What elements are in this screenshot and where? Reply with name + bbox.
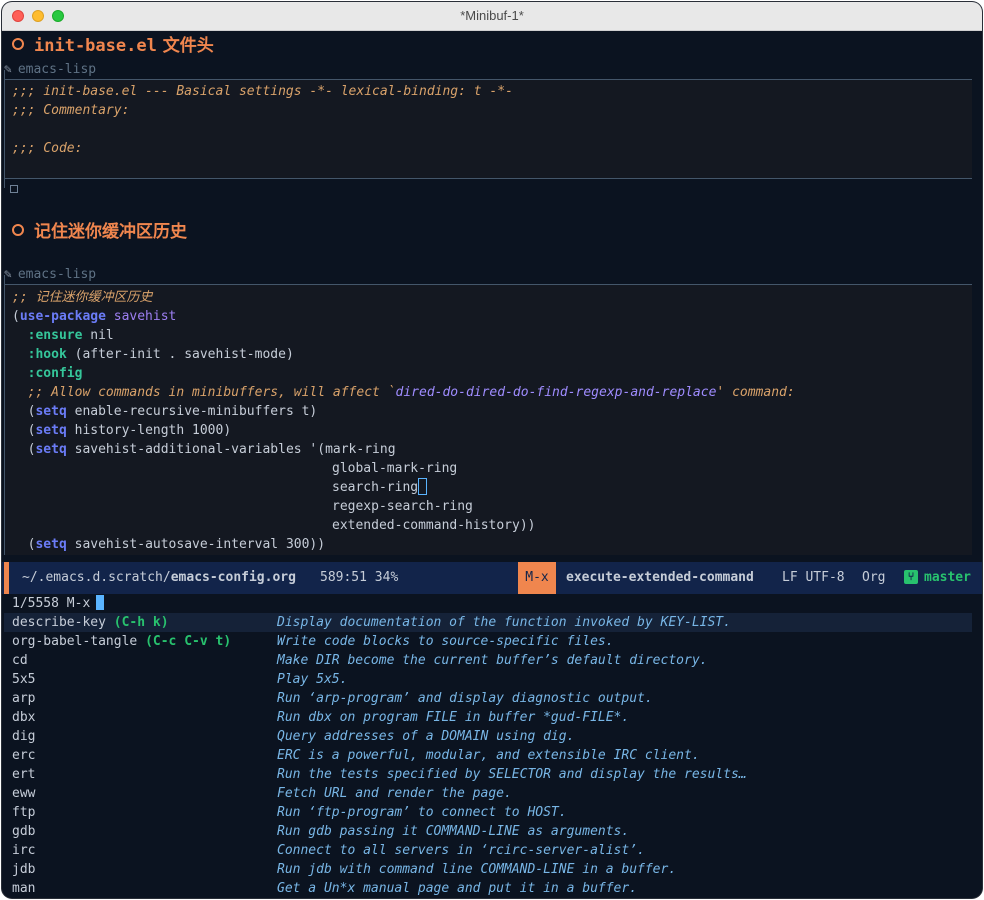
candidate-description: Run jdb with command line COMMAND-LINE i…: [277, 862, 677, 877]
code-line: ;; 记住迷你缓冲区历史: [12, 290, 153, 305]
candidate-name: man: [12, 881, 36, 896]
src-block-begin: ✎ emacs-lisp: [4, 266, 972, 285]
buffer-path[interactable]: ~/.emacs.d.scratch/emacs-config.org: [22, 562, 296, 594]
code-line: ;;; Code:: [12, 141, 83, 156]
code-line: :config: [27, 366, 83, 381]
candidate-description: Run gdb passing it COMMAND-LINE as argum…: [277, 824, 630, 839]
mode-line: ~/.emacs.d.scratch/emacs-config.org 589:…: [2, 562, 982, 594]
mode-line-indicator: [4, 562, 9, 594]
candidate-name: ert: [12, 767, 36, 782]
code-line: (setq savehist-additional-variables '(ma…: [12, 442, 396, 457]
candidate-name: ftp: [12, 805, 36, 820]
candidate-keybinding: (C-c C-v t): [145, 634, 232, 649]
git-branch-icon: ⑂: [904, 569, 918, 584]
candidate-name: jdb: [12, 862, 36, 877]
minibuffer-prompt[interactable]: 1/5558 M-x: [12, 594, 105, 613]
completion-candidate[interactable]: dbx Run dbx on program FILE in buffer *gu…: [4, 708, 972, 727]
completion-candidate[interactable]: ert Run the tests specified by SELECTOR a…: [4, 765, 972, 784]
candidate-name: dig: [12, 729, 36, 744]
completion-candidate[interactable]: irc Connect to all servers in ‘rcirc-serv…: [4, 841, 972, 860]
minibuffer-cursor: [96, 595, 105, 610]
candidate-description: Run ‘ftp-program’ to connect to HOST.: [277, 805, 567, 820]
mx-indicator: M-x: [518, 562, 556, 594]
completion-candidate[interactable]: describe-key (C-h k) Display documentatio…: [4, 613, 972, 632]
src-block-fringe: [4, 70, 11, 188]
org-buffer[interactable]: init-base.el 文件头 ✎ emacs-lisp ;;; init-ba…: [2, 31, 982, 561]
candidate-description: Run ‘arp-program’ and display diagnostic…: [277, 691, 653, 706]
code-line: ;; Allow commands in minibuffers, will a…: [27, 385, 795, 400]
candidate-name: dbx: [12, 710, 36, 725]
src-block-begin: ✎ emacs-lisp: [4, 61, 972, 80]
code-line: :hook (after-init . savehist-mode): [27, 347, 294, 362]
completion-candidate[interactable]: gdb Run gdb passing it COMMAND-LINE as ar…: [4, 822, 972, 841]
cursor-position: 589:51 34%: [320, 570, 399, 585]
completion-candidate[interactable]: jdb Run jdb with command line COMMAND-LIN…: [4, 860, 972, 879]
code-line: (setq enable-recursive-minibuffers t): [12, 404, 318, 419]
src-block-fringe: [4, 275, 11, 555]
candidate-description: Write code blocks to source-specific fil…: [277, 634, 614, 649]
text-cursor: [418, 478, 428, 495]
src-language: emacs-lisp: [17, 267, 97, 282]
candidate-keybinding: (C-h k): [113, 615, 169, 630]
completion-candidate[interactable]: ftp Run ‘ftp-program’ to connect to HOST.: [4, 803, 972, 822]
candidate-description: Get a Un*x manual page and put it in a b…: [277, 881, 638, 896]
vc-branch[interactable]: ⑂ master: [904, 562, 971, 594]
candidate-description: Connect to all servers in ‘rcirc-server-…: [277, 843, 645, 858]
candidate-description: Make DIR become the current buffer’s def…: [277, 653, 708, 668]
heading-suffix: 文件头: [156, 36, 214, 56]
code-line: (setq savehist-autosave-interval 300)): [12, 537, 326, 552]
code-line: search-ring: [332, 478, 428, 497]
completion-candidate[interactable]: org-babel-tangle (C-c C-v t) Write code b…: [4, 632, 972, 651]
code-line: (setq history-length 1000): [12, 423, 232, 438]
code-line: global-mark-ring: [332, 461, 458, 476]
org-heading-1[interactable]: init-base.el 文件头: [12, 33, 214, 59]
code-line: :ensure nil: [27, 328, 114, 343]
candidate-name: org-babel-tangle (C-c C-v t): [12, 634, 232, 649]
block-end-icon: [10, 185, 18, 193]
completion-candidate[interactable]: arp Run ‘arp-program’ and display diagnos…: [4, 689, 972, 708]
code-line: ;;; init-base.el --- Basical settings -*…: [12, 84, 513, 99]
candidate-description: Run dbx on program FILE in buffer *gud-F…: [277, 710, 630, 725]
completion-candidate[interactable]: eww Fetch URL and render the page.: [4, 784, 972, 803]
candidate-name: describe-key (C-h k): [12, 615, 169, 630]
candidate-description: Display documentation of the function in…: [277, 615, 731, 630]
code-line: (use-package savehist: [12, 309, 177, 324]
candidate-description: Fetch URL and render the page.: [277, 786, 512, 801]
src-language: emacs-lisp: [17, 62, 97, 77]
code-line: ;;; Commentary:: [12, 103, 130, 118]
candidate-name: cd: [12, 653, 28, 668]
major-mode[interactable]: Org: [862, 562, 885, 594]
candidate-name: erc: [12, 748, 36, 763]
src-block-end: [4, 178, 972, 179]
candidate-description: Play 5x5.: [277, 672, 348, 687]
emacs-window: *Minibuf-1* init-base.el 文件头 ✎ emacs-lisp…: [2, 2, 982, 898]
current-command: execute-extended-command: [566, 570, 754, 585]
org-heading-2[interactable]: 记住迷你缓冲区历史: [12, 219, 187, 245]
window-title: *Minibuf-1*: [460, 8, 524, 23]
candidate-name: irc: [12, 843, 36, 858]
title-bar: *Minibuf-1*: [2, 2, 982, 31]
code-line: extended-command-history)): [332, 518, 536, 533]
heading-title: init-base.el: [34, 36, 157, 56]
code-line: regexp-search-ring: [332, 499, 473, 514]
completion-candidate[interactable]: dig Query addresses of a DOMAIN using dig…: [4, 727, 972, 746]
completion-candidate[interactable]: erc ERC is a powerful, modular, and exten…: [4, 746, 972, 765]
candidate-name: gdb: [12, 824, 36, 839]
completion-candidate[interactable]: 5x5 Play 5x5.: [4, 670, 972, 689]
heading-bullet-icon: [12, 38, 24, 50]
heading-title: 记住迷你缓冲区历史: [34, 222, 187, 242]
completion-candidate[interactable]: man Get a Un*x manual page and put it in …: [4, 879, 972, 898]
minibuffer[interactable]: 1/5558 M-x describe-key (C-h k) Display d…: [2, 594, 982, 898]
candidate-name: eww: [12, 786, 36, 801]
heading-bullet-icon: [12, 224, 24, 236]
completion-candidate[interactable]: cd Make DIR become the current buffer’s d…: [4, 651, 972, 670]
encoding[interactable]: LF UTF-8: [782, 562, 845, 594]
candidate-name: 5x5: [12, 672, 36, 687]
candidate-description: ERC is a powerful, modular, and extensib…: [277, 748, 700, 763]
candidate-name: arp: [12, 691, 36, 706]
candidate-description: Run the tests specified by SELECTOR and …: [277, 767, 747, 782]
candidate-description: Query addresses of a DOMAIN using dig.: [277, 729, 575, 744]
